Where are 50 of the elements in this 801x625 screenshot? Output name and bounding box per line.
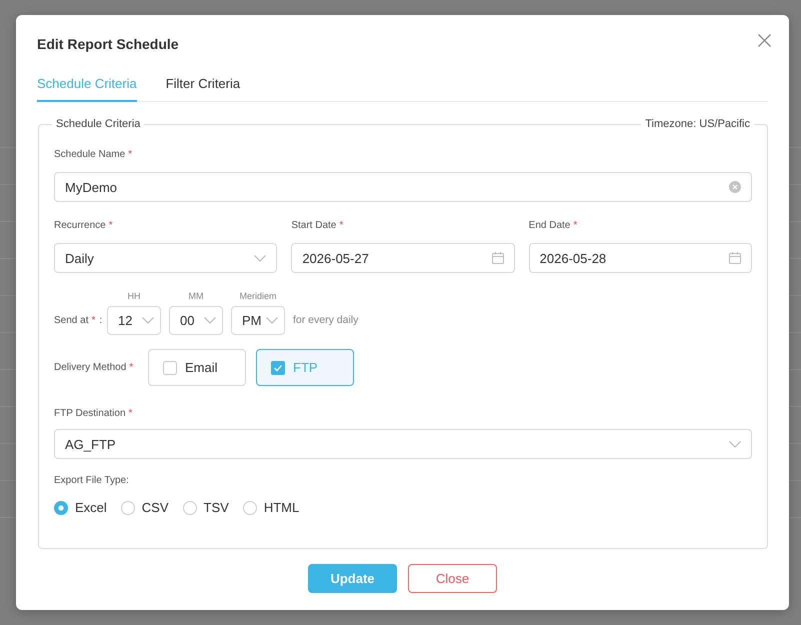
field-label: Delivery Method xyxy=(54,360,126,374)
required-asterisk: * xyxy=(128,148,132,162)
required-asterisk: * xyxy=(91,314,96,328)
dropdown[interactable]: Daily xyxy=(54,243,278,273)
radio-button[interactable] xyxy=(182,501,197,515)
clear-icon[interactable] xyxy=(729,181,741,193)
required-asterisk: * xyxy=(573,219,578,233)
recurrence-note: for every daily xyxy=(293,313,358,328)
required-asterisk: * xyxy=(108,219,113,233)
radio-label[interactable]: CSV xyxy=(142,500,169,516)
radio-button[interactable] xyxy=(120,501,135,515)
field-label: Export File Type: xyxy=(54,474,129,488)
field-label: End Date xyxy=(528,219,570,233)
calendar-icon xyxy=(728,252,741,264)
field-label: FTP Destination xyxy=(54,407,126,421)
field-label: Send at xyxy=(54,314,88,328)
time-caption: MM xyxy=(188,290,204,302)
close-icon[interactable] xyxy=(758,34,771,47)
chevron-down-icon xyxy=(204,317,216,324)
delivery-option[interactable]: Email xyxy=(148,349,246,386)
checkbox[interactable] xyxy=(271,360,285,374)
required-asterisk: * xyxy=(339,219,344,233)
dropdown[interactable]: PM xyxy=(231,306,285,335)
dropdown[interactable]: 12 xyxy=(107,306,161,335)
required-asterisk: * xyxy=(129,360,134,374)
radio-button[interactable] xyxy=(54,501,68,515)
chevron-down-icon xyxy=(254,254,266,262)
dropdown[interactable]: AG_FTP xyxy=(54,429,752,459)
checkbox[interactable] xyxy=(163,360,177,374)
required-asterisk: * xyxy=(128,407,132,421)
field-label: Recurrence xyxy=(54,219,106,233)
radio-label[interactable]: Excel xyxy=(75,500,107,516)
date-field[interactable]: 2026-05-27 xyxy=(291,243,515,273)
text-field[interactable]: MyDemo xyxy=(54,172,752,202)
chevron-down-icon xyxy=(729,440,741,448)
radio-label[interactable]: TSV xyxy=(204,500,229,516)
time-caption: HH xyxy=(128,290,140,302)
radio-label[interactable]: HTML xyxy=(264,500,300,516)
radio-button[interactable] xyxy=(242,501,257,515)
chevron-down-icon xyxy=(266,317,278,324)
chevron-down-icon xyxy=(142,317,154,324)
field-label: Schedule Name xyxy=(54,148,126,162)
field-label: Start Date xyxy=(291,219,336,233)
dialog-title: Edit Report Schedule xyxy=(37,35,179,54)
tab[interactable]: Filter Criteria xyxy=(166,69,240,102)
calendar-icon xyxy=(492,252,504,264)
dropdown[interactable]: 00 xyxy=(169,306,223,335)
time-caption: Meridiem xyxy=(239,290,276,302)
label-colon: : xyxy=(99,314,102,328)
date-field[interactable]: 2026-05-28 xyxy=(528,243,752,273)
